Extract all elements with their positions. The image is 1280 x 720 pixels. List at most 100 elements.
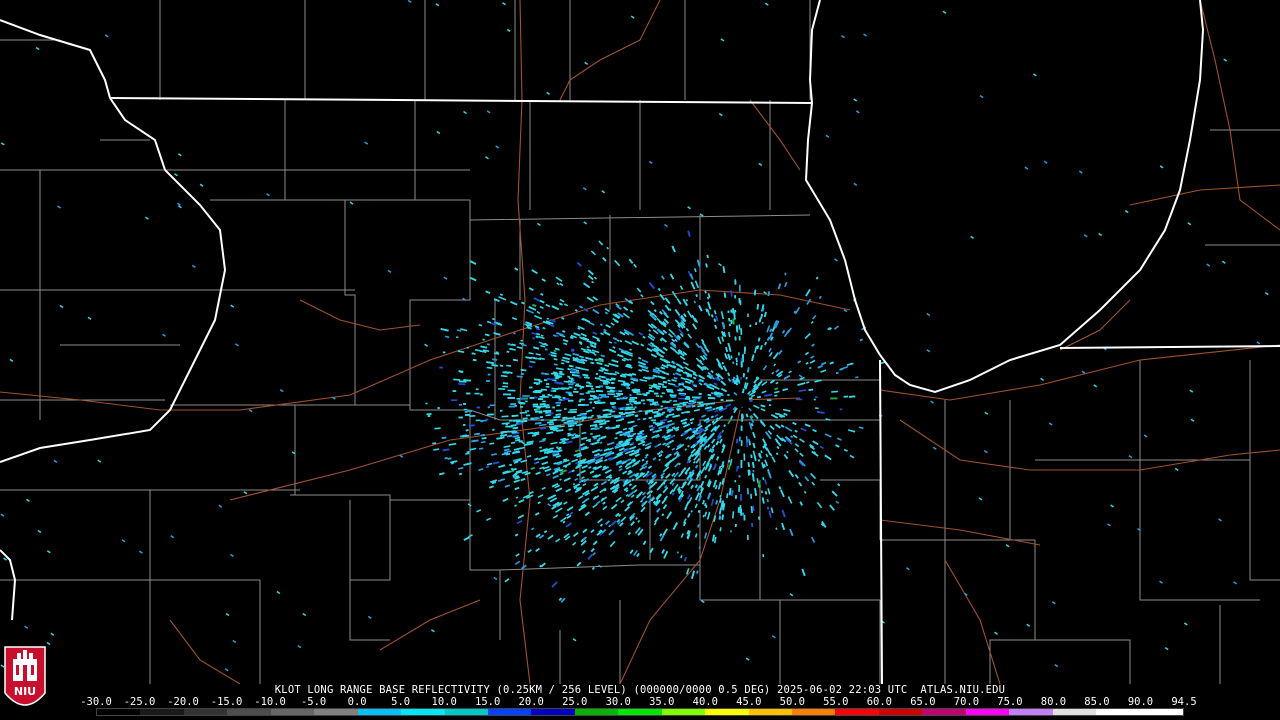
echo-mark [713, 318, 717, 323]
echo-mark [665, 437, 669, 441]
echo-mark [719, 507, 722, 514]
echo-mark [763, 464, 766, 468]
echo-mark [805, 361, 809, 365]
echo-mark [511, 343, 516, 347]
echo-mark [570, 369, 577, 372]
echo-mark [686, 405, 691, 408]
echo-mark [662, 385, 667, 389]
echo-mark [657, 288, 661, 291]
echo-mark [594, 427, 600, 430]
echo-mark [520, 368, 527, 372]
echo-mark [602, 409, 609, 412]
echo-mark [514, 436, 521, 440]
echo-mark [608, 524, 612, 528]
echo-mark [600, 456, 604, 460]
echo-mark [563, 342, 568, 346]
echo-mark [481, 437, 487, 440]
echo-mark [512, 434, 520, 438]
echo-mark [667, 409, 673, 412]
echo-mark [568, 364, 574, 368]
echo-mark [748, 469, 751, 476]
echo-mark [500, 434, 507, 437]
echo-mark [602, 415, 608, 418]
echo-mark [756, 478, 760, 484]
echo-mark [775, 527, 778, 530]
echo-mark [538, 341, 543, 344]
echo-mark [529, 360, 536, 364]
echo-mark [549, 418, 558, 422]
echo-mark [718, 516, 722, 520]
echo-mark [539, 446, 542, 449]
echo-mark [680, 555, 683, 559]
echo-mark [803, 490, 807, 494]
echo-mark [786, 450, 789, 454]
echo-mark [761, 321, 764, 325]
echo-mark [728, 459, 731, 463]
echo-mark [677, 389, 683, 392]
echo-mark [747, 462, 750, 467]
echo-mark [583, 446, 588, 449]
echo-mark [553, 416, 561, 419]
echo-mark [491, 364, 498, 367]
echo-mark [442, 448, 450, 452]
echo-mark [590, 361, 595, 365]
echo-mark [598, 369, 604, 372]
echo-mark [631, 373, 637, 376]
echo-mark [678, 462, 681, 466]
echo-mark [506, 435, 513, 438]
echo-mark [562, 520, 566, 524]
echo-mark [756, 345, 760, 350]
echo-mark [750, 506, 753, 514]
echo-mark [825, 418, 831, 421]
echo-mark [620, 413, 626, 416]
echo-mark [685, 299, 689, 302]
echo-mark [719, 494, 722, 498]
echo-mark [610, 377, 616, 380]
echo-mark [459, 472, 463, 476]
echo-mark [562, 416, 568, 419]
echo-mark [771, 371, 775, 375]
echo-mark [721, 361, 725, 365]
echo-mark [648, 416, 653, 419]
echo-mark [465, 452, 470, 455]
echo-mark [503, 448, 510, 452]
echo-mark [500, 431, 506, 434]
echo-mark [562, 441, 567, 445]
echo-mark [629, 358, 632, 361]
echo-mark [711, 314, 714, 318]
echo-mark [572, 374, 580, 377]
echo-mark [489, 442, 495, 445]
echo-mark [752, 462, 755, 469]
echo-mark [569, 336, 574, 339]
echo-mark [745, 441, 749, 448]
echo-mark [510, 424, 517, 427]
echo-mark [624, 408, 632, 411]
echo-mark [633, 432, 637, 436]
echo-mark [839, 367, 844, 371]
echo-mark [710, 415, 714, 419]
echo-mark [554, 374, 563, 378]
echo-mark [730, 319, 733, 324]
echo-mark [571, 469, 575, 473]
echo-mark [504, 371, 513, 374]
echo-mark [687, 444, 690, 448]
echo-mark [859, 338, 863, 342]
echo-mark [455, 336, 459, 339]
echo-mark [678, 392, 686, 395]
echo-mark [599, 425, 603, 428]
echo-mark [576, 423, 583, 427]
echo-mark [587, 416, 593, 419]
echo-mark [553, 363, 558, 366]
echo-mark [606, 387, 613, 390]
echo-mark [697, 510, 701, 513]
echo-mark [652, 419, 657, 422]
echo-mark [482, 338, 485, 341]
echo-mark [624, 465, 628, 468]
echo-mark [659, 338, 663, 342]
echo-mark [444, 335, 450, 339]
echo-mark [693, 384, 698, 388]
echo-mark [513, 358, 518, 362]
echo-mark [745, 435, 749, 443]
echo-mark [552, 334, 557, 337]
echo-mark [548, 423, 555, 426]
